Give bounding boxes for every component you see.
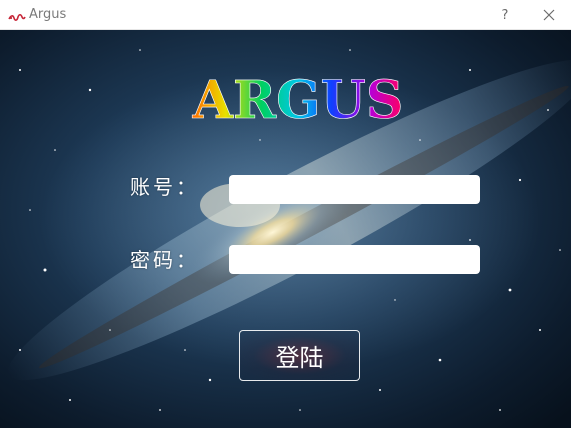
account-label: 账号：: [130, 175, 199, 199]
password-label: 密码：: [130, 248, 199, 272]
window-title: Argus: [29, 7, 67, 22]
argus-logo: ARGUS: [191, 70, 404, 126]
app-icon: [8, 9, 26, 21]
password-input[interactable]: [229, 245, 480, 274]
logo-text: ARGUS: [192, 70, 404, 126]
help-button[interactable]: ?: [490, 0, 520, 30]
account-input[interactable]: [229, 175, 480, 204]
login-panel: ARGUS 账号： 密码： 登陆: [0, 30, 571, 428]
close-button[interactable]: [534, 0, 564, 30]
close-icon: [543, 6, 555, 25]
window-titlebar: Argus ?: [0, 0, 571, 30]
login-button[interactable]: 登陆: [239, 330, 360, 381]
